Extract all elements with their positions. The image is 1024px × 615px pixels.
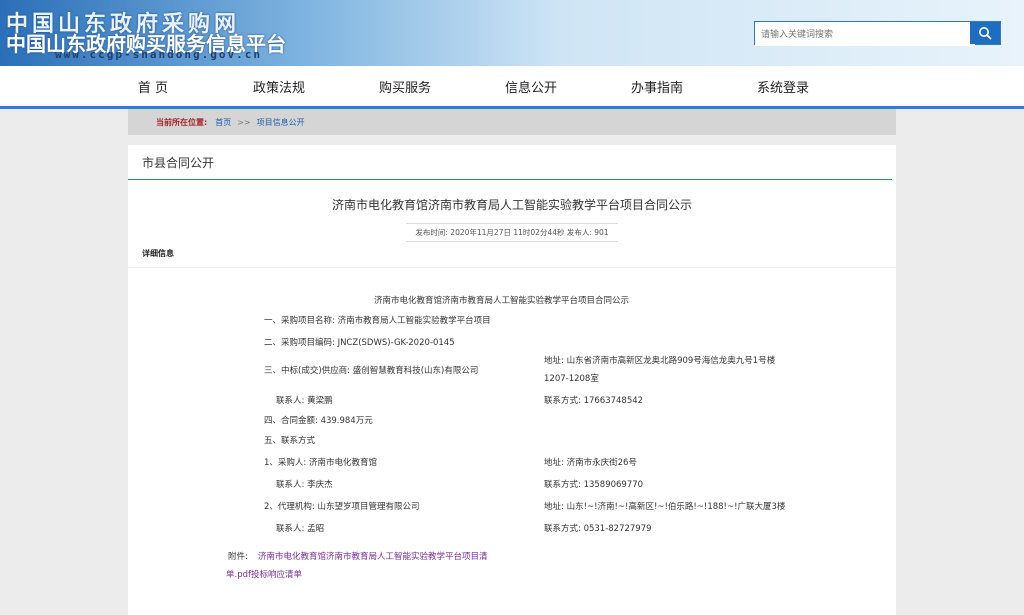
contact-heading: 五、联系方式 (264, 436, 316, 446)
divider (128, 267, 896, 268)
breadcrumb: 当前所在位置: 首页 >> 项目信息公开 (128, 109, 896, 135)
nav-info-disclosure[interactable]: 信息公开 (468, 77, 594, 96)
attachment-label: 附件: (228, 552, 248, 562)
attachment-link[interactable]: 济南市电化教育馆济南市教育局人工智能实验教学平台项目清 (258, 550, 488, 562)
supplier: 三、中标(成交)供应商: 盛创智慧教育科技(山东)有限公司 (264, 366, 479, 376)
main-content: 市县合同公开 济南市电化教育馆济南市教育局人工智能实验教学平台项目合同公示 发布… (128, 145, 896, 615)
agency-phone: 联系方式: 0531-82727979 (544, 524, 652, 534)
buyer-address: 地址: 济南市永庆街26号 (544, 458, 637, 468)
search-input[interactable] (755, 24, 975, 46)
contract-amount: 四、合同金额: 439.984万元 (264, 416, 373, 426)
content-title: 济南市电化教育馆济南市教育局人工智能实验教学平台项目合同公示 (374, 296, 630, 306)
breadcrumb-separator: >> (237, 117, 251, 127)
project-name: 一、采购项目名称: 济南市教育局人工智能实验教学平台项目 (264, 316, 491, 326)
breadcrumb-home-link[interactable]: 首页 (215, 117, 231, 128)
buyer-contact: 联系人: 李庆杰 (276, 480, 333, 490)
breadcrumb-current-link[interactable]: 项目信息公开 (257, 117, 305, 128)
publish-meta: 发布时间: 2020年11月27日 11时02分44秒 发布人: 901 (406, 223, 618, 242)
nav-policy[interactable]: 政策法规 (216, 77, 342, 96)
supplier-contact: 联系人: 黄梁鹏 (276, 396, 333, 406)
section-title: 市县合同公开 (128, 145, 892, 180)
search-button[interactable] (970, 22, 1000, 44)
attachment-link-continued[interactable]: 单.pdf投标响应清单 (226, 568, 302, 580)
supplier-address: 地址: 山东省济南市高新区龙奥北路909号海信龙奥九号1号楼 (544, 356, 776, 366)
breadcrumb-lead: 当前所在位置: (156, 117, 208, 127)
main-nav: 首 页 政策法规 购买服务 信息公开 办事指南 系统登录 (0, 66, 1024, 109)
buyer-phone: 联系方式: 13589069770 (544, 480, 644, 490)
agency: 2、代理机构: 山东望岁项目管理有限公司 (264, 502, 420, 512)
nav-purchase-service[interactable]: 购买服务 (342, 77, 468, 96)
search-icon (979, 27, 992, 40)
page-title: 济南市电化教育馆济南市教育局人工智能实验教学平台项目合同公示 (331, 198, 692, 212)
buyer: 1、采购人: 济南市电化教育馆 (264, 458, 377, 468)
agency-address: 地址: 山东!~!济南!~!高新区!~!伯乐路!~!188!~!广联大厦3楼 (544, 502, 786, 512)
project-code: 二、采购项目编码: JNCZ(SDWS)-GK-2020-0145 (264, 338, 455, 348)
supplier-phone: 联系方式: 17663748542 (544, 396, 644, 406)
nav-login[interactable]: 系统登录 (720, 77, 846, 96)
supplier-address-line2: 1207-1208室 (544, 374, 599, 384)
nav-guide[interactable]: 办事指南 (594, 77, 720, 96)
nav-home[interactable]: 首 页 (90, 77, 216, 96)
detail-label: 详细信息 (142, 249, 174, 258)
site-header: 中国山东政府采购网 中国山东政府购买服务信息平台 www.ccgp-shando… (0, 0, 1024, 66)
agency-contact: 联系人: 孟昭 (276, 524, 325, 534)
search-box (754, 21, 1001, 46)
site-url: www.ccgp-shandong.gov.cn (55, 48, 262, 61)
